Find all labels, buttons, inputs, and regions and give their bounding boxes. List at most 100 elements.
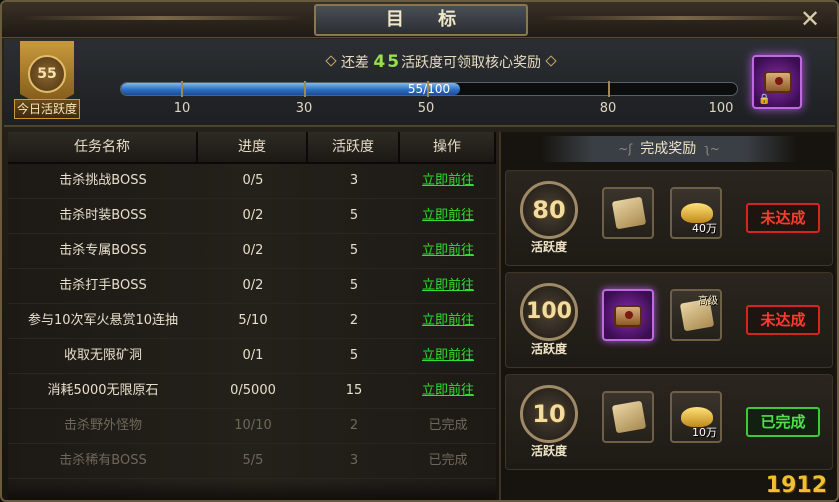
tip-prefix: 还差 <box>340 55 369 71</box>
item-quantity: 10万 <box>692 426 717 439</box>
go-now-link[interactable]: 立即前往 <box>422 383 474 398</box>
table-row: 参与10次军火悬赏10连抽 5/10 2 立即前往 <box>8 304 496 339</box>
table-row: 击杀挑战BOSS 0/5 3 立即前往 <box>8 164 496 199</box>
item-tag: 高级 <box>698 296 718 307</box>
tier-medal: 80 活跃度 <box>516 181 582 257</box>
progress-tick <box>181 81 183 97</box>
task-points: 2 <box>349 418 359 433</box>
swirl-icon: ~ʃ <box>618 142 633 156</box>
tier-medal: 10 活跃度 <box>516 385 582 461</box>
diamond-icon <box>325 55 337 67</box>
tick-label: 100 <box>708 101 734 116</box>
progress-text: 55/100 <box>407 82 451 96</box>
reward-header: ~ʃ 完成奖励 ʅ~ <box>541 136 797 162</box>
task-progress: 0/5000 <box>230 383 276 398</box>
gold-ingot-icon[interactable]: 40万 <box>670 187 722 239</box>
completed-status: 已完成 <box>428 453 468 468</box>
table-row: 击杀专属BOSS 0/2 5 立即前往 <box>8 234 496 269</box>
task-points: 5 <box>349 243 359 258</box>
scroll-fade <box>8 482 496 500</box>
table-row: 击杀野外怪物 10/10 2 已完成 <box>8 409 496 444</box>
task-progress: 5/10 <box>238 313 268 328</box>
scroll-chest-icon[interactable] <box>602 289 654 341</box>
progress-tick <box>427 81 429 97</box>
table-header: 任务名称 进度 活跃度 操作 <box>8 132 496 164</box>
window-title: 目 标 <box>314 4 528 36</box>
task-points: 5 <box>349 208 359 223</box>
go-now-link[interactable]: 立即前往 <box>422 173 474 188</box>
task-progress: 5/5 <box>242 453 264 468</box>
task-name: 击杀打手BOSS <box>59 278 147 293</box>
tip-suffix: 活跃度可领取核心奖励 <box>401 55 542 71</box>
task-progress: 0/2 <box>242 278 264 293</box>
core-reward-tip: 还差 45活跃度可领取核心奖励 <box>306 51 576 73</box>
activity-summary: 55 今日活跃度 还差 45活跃度可领取核心奖励 55/100 10 30 50… <box>4 39 835 127</box>
not-achieved-button[interactable]: 未达成 <box>746 305 820 335</box>
task-name: 收取无限矿洞 <box>63 348 142 363</box>
daily-activity-value: 55 <box>28 55 66 93</box>
map-scroll-icon[interactable]: 高级 <box>670 289 722 341</box>
tier-medal: 100 活跃度 <box>516 283 582 359</box>
map-scroll-icon[interactable] <box>602 391 654 443</box>
task-progress: 0/2 <box>242 208 264 223</box>
title-decoration-right <box>542 16 822 20</box>
task-progress: 0/5 <box>242 173 264 188</box>
task-progress: 0/1 <box>242 348 264 363</box>
scroll-icon <box>614 305 642 327</box>
go-now-link[interactable]: 立即前往 <box>422 278 474 293</box>
task-name: 击杀稀有BOSS <box>59 453 147 468</box>
activity-progress-bar: 55/100 <box>120 82 738 96</box>
task-name: 击杀时装BOSS <box>59 208 147 223</box>
header-progress: 进度 <box>198 132 308 164</box>
title-bar: 目 标 ✕ <box>2 2 837 38</box>
table-row: 击杀打手BOSS 0/2 5 立即前往 <box>8 269 496 304</box>
gold-ingot-icon[interactable]: 10万 <box>670 391 722 443</box>
task-points: 15 <box>345 383 363 398</box>
table-row: 击杀稀有BOSS 5/5 3 已完成 <box>8 444 496 479</box>
completed-button[interactable]: 已完成 <box>746 407 820 437</box>
table-row: 收取无限矿洞 0/1 5 立即前往 <box>8 339 496 374</box>
tick-label: 10 <box>173 101 191 116</box>
site-watermark-logo: 1912 <box>765 473 827 498</box>
diamond-icon <box>545 55 557 67</box>
task-name: 消耗5000无限原石 <box>47 383 159 398</box>
reward-tier: 100 活跃度 高级 未达成 <box>505 272 833 368</box>
tick-label: 50 <box>417 101 435 116</box>
completed-status: 已完成 <box>428 418 468 433</box>
table-row: 消耗5000无限原石 0/5000 15 立即前往 <box>8 374 496 409</box>
reward-tier: 80 活跃度 40万 未达成 <box>505 170 833 266</box>
task-name: 击杀专属BOSS <box>59 243 147 258</box>
task-name: 击杀挑战BOSS <box>59 173 147 188</box>
task-points: 5 <box>349 278 359 293</box>
tier-label: 活跃度 <box>530 444 567 458</box>
tick-label: 30 <box>295 101 313 116</box>
tip-remaining-number: 45 <box>373 52 402 72</box>
task-table: 任务名称 进度 活跃度 操作 击杀挑战BOSS 0/5 3 立即前往 击杀时装B… <box>8 132 496 500</box>
go-now-link[interactable]: 立即前往 <box>422 243 474 258</box>
tick-label: 80 <box>599 101 617 116</box>
item-quantity: 40万 <box>692 222 717 235</box>
daily-activity-label: 今日活跃度 <box>14 99 80 119</box>
task-points: 3 <box>349 173 359 188</box>
close-icon[interactable]: ✕ <box>795 6 825 34</box>
header-action: 操作 <box>400 132 496 164</box>
not-achieved-button[interactable]: 未达成 <box>746 203 820 233</box>
progress-tick <box>608 81 610 97</box>
table-row: 击杀时装BOSS 0/2 5 立即前往 <box>8 199 496 234</box>
tier-points: 10 <box>520 385 578 443</box>
scroll-icon <box>764 71 792 93</box>
lock-icon: 🔒 <box>758 94 771 105</box>
reward-header-label: 完成奖励 <box>640 141 697 157</box>
tier-label: 活跃度 <box>530 342 567 356</box>
header-task-name: 任务名称 <box>8 132 198 164</box>
tier-points: 100 <box>520 283 578 341</box>
map-scroll-icon[interactable] <box>602 187 654 239</box>
daily-activity-badge: 55 今日活跃度 <box>14 41 80 123</box>
task-progress: 0/2 <box>242 243 264 258</box>
go-now-link[interactable]: 立即前往 <box>422 313 474 328</box>
scroll-chest-icon[interactable]: 🔒 <box>752 55 802 109</box>
task-points: 5 <box>349 348 359 363</box>
go-now-link[interactable]: 立即前往 <box>422 348 474 363</box>
go-now-link[interactable]: 立即前往 <box>422 208 474 223</box>
task-points: 3 <box>349 453 359 468</box>
